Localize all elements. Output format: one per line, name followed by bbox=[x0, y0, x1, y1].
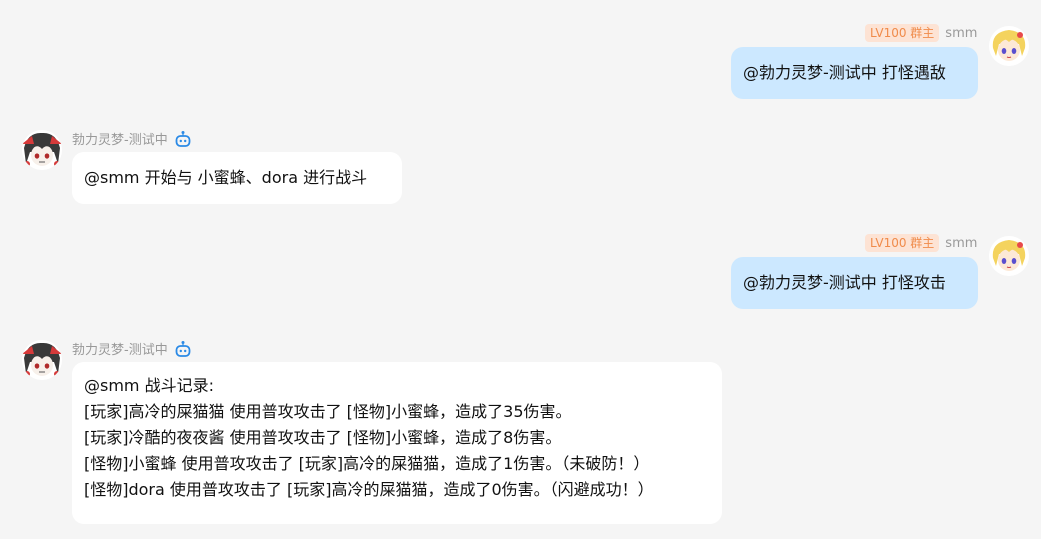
battle-log-bubble[interactable]: @smm 战斗记录: [玩家]高冷的屎猫猫 使用普攻攻击了 [怪物]小蜜蜂，造成… bbox=[72, 362, 722, 524]
battle-log-line: [玩家]高冷的屎猫猫 使用普攻攻击了 [怪物]小蜜蜂，造成了35伤害。 bbox=[84, 402, 572, 421]
self-avatar[interactable] bbox=[989, 26, 1029, 66]
sender-meta: 勃力灵梦-测试中 bbox=[72, 129, 192, 148]
message-bubble[interactable]: @勃力灵梦-测试中 打怪攻击 bbox=[731, 257, 978, 309]
role-badge: LV100 群主 bbox=[865, 234, 940, 252]
self-avatar[interactable] bbox=[989, 236, 1029, 276]
bot-avatar[interactable] bbox=[22, 130, 62, 170]
sender-name[interactable]: smm bbox=[945, 26, 977, 41]
robot-icon bbox=[174, 130, 192, 148]
battle-log-line: [怪物]dora 使用普攻攻击了 [玩家]高冷的屎猫猫，造成了0伤害。（闪避成功… bbox=[84, 480, 654, 499]
message-bubble[interactable]: @勃力灵梦-测试中 打怪遇敌 bbox=[731, 47, 978, 99]
bot-avatar[interactable] bbox=[22, 340, 62, 380]
sender-meta: LV100 群主 smm bbox=[865, 24, 977, 42]
battle-log-line: [玩家]冷酷的夜夜酱 使用普攻攻击了 [怪物]小蜜蜂，造成了8伤害。 bbox=[84, 428, 562, 447]
blonde-anime-avatar-icon bbox=[989, 26, 1029, 66]
sender-meta: LV100 群主 smm bbox=[865, 234, 977, 252]
battle-log-line: [怪物]小蜜蜂 使用普攻攻击了 [玩家]高冷的屎猫猫，造成了1伤害。（未破防！） bbox=[84, 454, 650, 473]
reimu-anime-avatar-icon bbox=[22, 340, 62, 380]
sender-meta: 勃力灵梦-测试中 bbox=[72, 339, 192, 358]
battle-log-line: @smm 战斗记录: bbox=[84, 376, 214, 395]
message-bubble[interactable]: @smm 开始与 小蜜蜂、dora 进行战斗 bbox=[72, 152, 402, 204]
role-badge: LV100 群主 bbox=[865, 24, 940, 42]
robot-icon bbox=[174, 340, 192, 358]
sender-name[interactable]: 勃力灵梦-测试中 bbox=[72, 339, 168, 358]
sender-name[interactable]: smm bbox=[945, 236, 977, 251]
sender-name[interactable]: 勃力灵梦-测试中 bbox=[72, 129, 168, 148]
reimu-anime-avatar-icon bbox=[22, 130, 62, 170]
blonde-anime-avatar-icon bbox=[989, 236, 1029, 276]
